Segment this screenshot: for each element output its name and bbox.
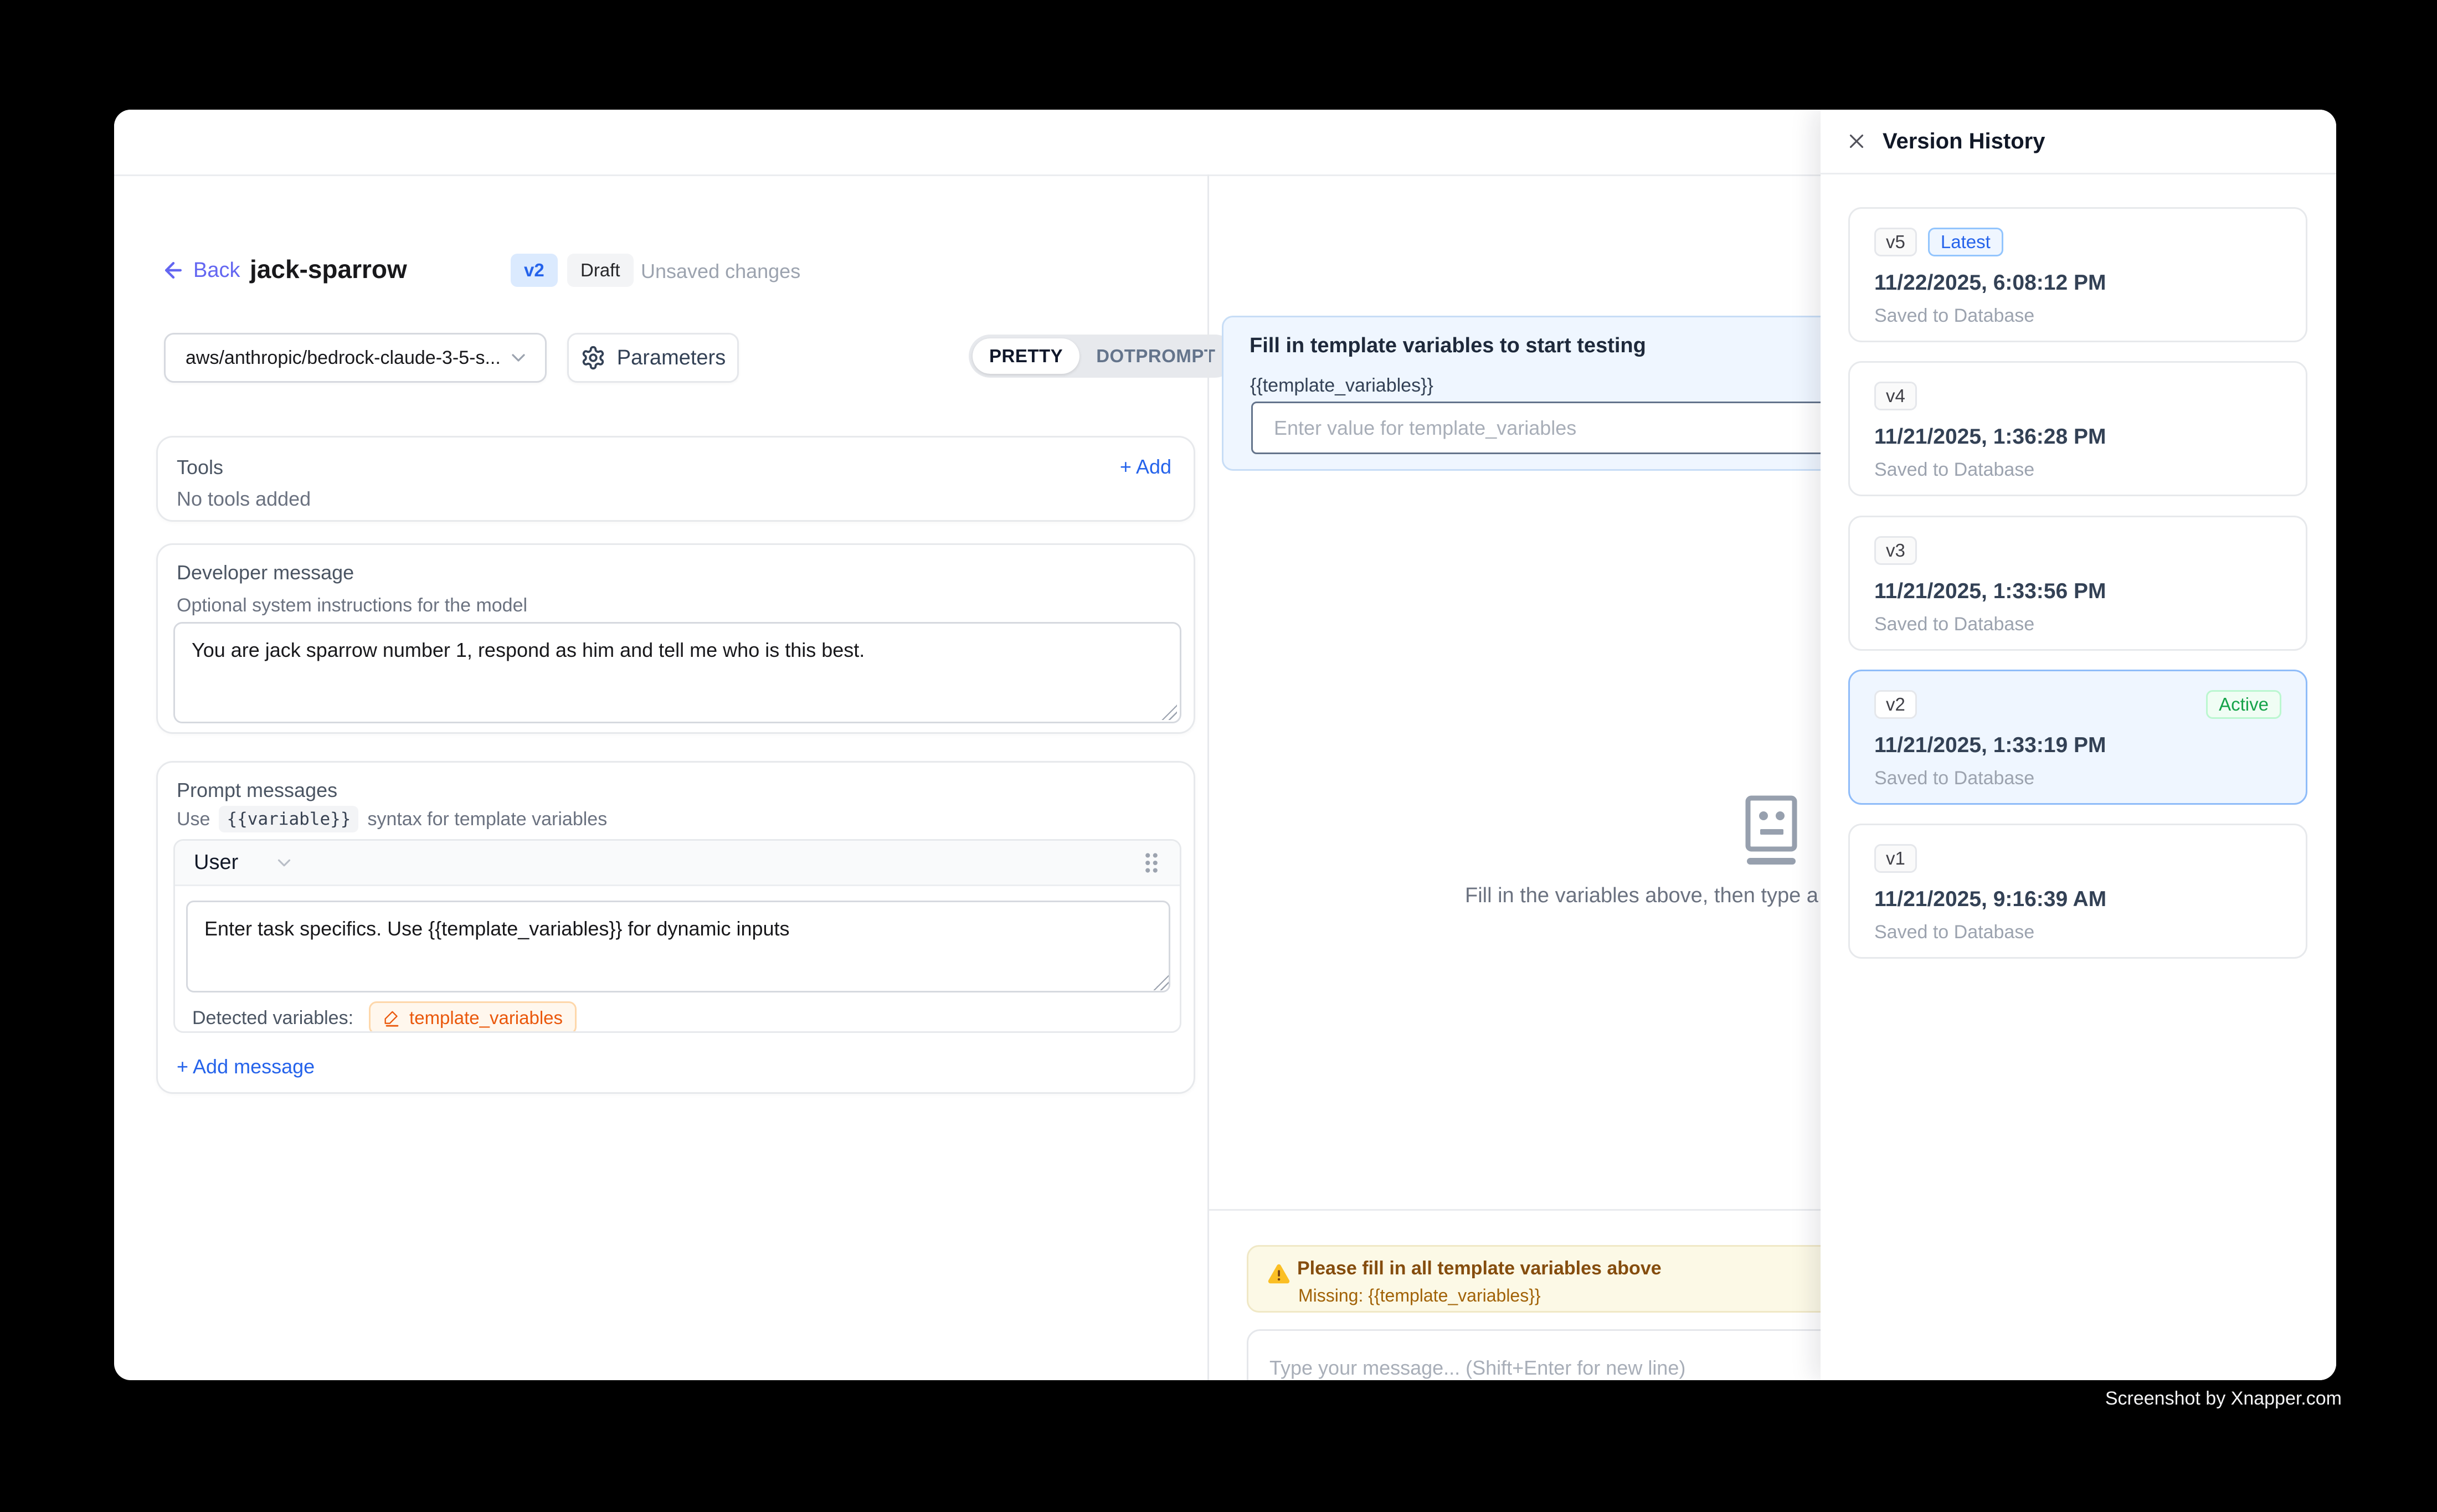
add-message-button[interactable]: + Add message bbox=[177, 1055, 315, 1078]
close-icon[interactable] bbox=[1845, 130, 1868, 153]
toggle-dotprompt[interactable]: DOTPROMPT bbox=[1079, 338, 1232, 374]
detected-variables-row: Detected variables: template_variables bbox=[192, 1001, 577, 1033]
developer-message-subtitle: Optional system instructions for the mod… bbox=[177, 594, 527, 617]
version-history-title: Version History bbox=[1883, 129, 2045, 154]
chevron-down-icon bbox=[274, 852, 295, 873]
chevron-down-icon bbox=[507, 347, 529, 369]
back-button[interactable]: Back bbox=[161, 253, 240, 288]
version-card-v2[interactable]: v2 Active 11/21/2025, 1:33:19 PM Saved t… bbox=[1848, 670, 2307, 805]
version-note: Saved to Database bbox=[1874, 614, 2281, 635]
prompt-hint: Use {{variable}} syntax for template var… bbox=[177, 806, 607, 832]
panel-divider bbox=[1207, 174, 1209, 1380]
warning-title: Please fill in all template variables ab… bbox=[1297, 1258, 1662, 1279]
warning-missing: Missing: {{template_variables}} bbox=[1298, 1285, 1541, 1306]
resize-grip-icon[interactable] bbox=[1153, 975, 1169, 990]
version-card-v5[interactable]: v5 Latest 11/22/2025, 6:08:12 PM Saved t… bbox=[1848, 207, 2307, 342]
version-timestamp: 11/21/2025, 1:33:19 PM bbox=[1874, 733, 2281, 758]
tools-title: Tools bbox=[177, 455, 223, 480]
app-window: Back jack-sparrow v2 Draft Unsaved chang… bbox=[114, 110, 2336, 1380]
version-id-badge: v5 bbox=[1874, 228, 1917, 256]
version-timestamp: 11/21/2025, 1:33:56 PM bbox=[1874, 579, 2281, 604]
hint-suffix: syntax for template variables bbox=[367, 808, 607, 831]
detected-variable-name: template_variables bbox=[409, 1007, 563, 1028]
version-note: Saved to Database bbox=[1874, 459, 2281, 481]
add-tool-button[interactable]: + Add bbox=[1120, 455, 1171, 479]
developer-message-textarea[interactable]: You are jack sparrow number 1, respond a… bbox=[173, 622, 1181, 723]
toggle-pretty[interactable]: PRETTY bbox=[973, 338, 1079, 374]
parameters-button[interactable]: Parameters bbox=[567, 333, 739, 383]
robot-icon bbox=[1744, 795, 1799, 866]
message-role-select[interactable]: User bbox=[194, 851, 238, 875]
version-history-panel: Version History v5 Latest 11/22/2025, 6:… bbox=[1821, 110, 2336, 1380]
version-history-header: Version History bbox=[1821, 110, 2336, 174]
prompt-message-textarea[interactable]: Enter task specifics. Use {{template_var… bbox=[186, 901, 1170, 992]
tools-empty-text: No tools added bbox=[177, 487, 311, 511]
model-select-value: aws/anthropic/bedrock-claude-3-5-s... bbox=[186, 347, 507, 369]
version-id-badge: v1 bbox=[1874, 844, 1917, 873]
prompt-message-block: User Enter task specifics. Use {{templat… bbox=[173, 839, 1181, 1033]
version-badge: v2 bbox=[511, 254, 558, 287]
model-select[interactable]: aws/anthropic/bedrock-claude-3-5-s... bbox=[164, 333, 547, 383]
template-variable-label: {{template_variables}} bbox=[1250, 375, 1433, 397]
version-note: Saved to Database bbox=[1874, 922, 2281, 943]
latest-badge: Latest bbox=[1928, 228, 2003, 256]
draft-badge: Draft bbox=[567, 254, 634, 287]
detected-variables-label: Detected variables: bbox=[192, 1007, 353, 1029]
tools-card: Tools + Add No tools added bbox=[156, 436, 1195, 522]
banner-title: Fill in template variables to start test… bbox=[1250, 334, 1646, 358]
resize-grip-icon[interactable] bbox=[1161, 704, 1177, 720]
warning-triangle-icon bbox=[1266, 1261, 1292, 1287]
xnapper-watermark: Screenshot by Xnapper.com bbox=[2105, 1388, 2342, 1410]
prompt-messages-card: Prompt messages Use {{variable}} syntax … bbox=[156, 761, 1195, 1094]
page-title: jack-sparrow bbox=[250, 251, 407, 287]
back-label: Back bbox=[193, 259, 240, 282]
developer-message-title: Developer message bbox=[177, 560, 354, 585]
drag-handle-icon[interactable] bbox=[1142, 851, 1161, 875]
version-id-badge: v2 bbox=[1874, 690, 1917, 719]
version-timestamp: 11/21/2025, 1:36:28 PM bbox=[1874, 425, 2281, 449]
arrow-left-icon bbox=[161, 258, 186, 282]
version-card-v3[interactable]: v3 11/21/2025, 1:33:56 PM Saved to Datab… bbox=[1848, 516, 2307, 651]
gear-icon bbox=[580, 345, 606, 371]
detected-variable-chip[interactable]: template_variables bbox=[369, 1001, 577, 1033]
parameters-label: Parameters bbox=[617, 346, 726, 370]
version-card-v4[interactable]: v4 11/21/2025, 1:36:28 PM Saved to Datab… bbox=[1848, 361, 2307, 496]
pencil-icon bbox=[383, 1009, 402, 1027]
message-role-header[interactable]: User bbox=[175, 841, 1180, 886]
active-badge: Active bbox=[2206, 690, 2281, 719]
version-note: Saved to Database bbox=[1874, 305, 2281, 327]
version-id-badge: v3 bbox=[1874, 536, 1917, 565]
variable-syntax-chip: {{variable}} bbox=[219, 806, 358, 832]
version-id-badge: v4 bbox=[1874, 382, 1917, 410]
version-timestamp: 11/21/2025, 9:16:39 AM bbox=[1874, 887, 2281, 912]
developer-message-card: Developer message Optional system instru… bbox=[156, 543, 1195, 734]
view-mode-toggle[interactable]: PRETTY DOTPROMPT bbox=[969, 335, 1236, 378]
hint-prefix: Use bbox=[177, 808, 210, 831]
version-timestamp: 11/22/2025, 6:08:12 PM bbox=[1874, 271, 2281, 295]
unsaved-changes-label: Unsaved changes bbox=[641, 258, 800, 285]
version-card-v1[interactable]: v1 11/21/2025, 9:16:39 AM Saved to Datab… bbox=[1848, 824, 2307, 959]
version-note: Saved to Database bbox=[1874, 768, 2281, 789]
prompt-messages-title: Prompt messages bbox=[177, 778, 337, 803]
